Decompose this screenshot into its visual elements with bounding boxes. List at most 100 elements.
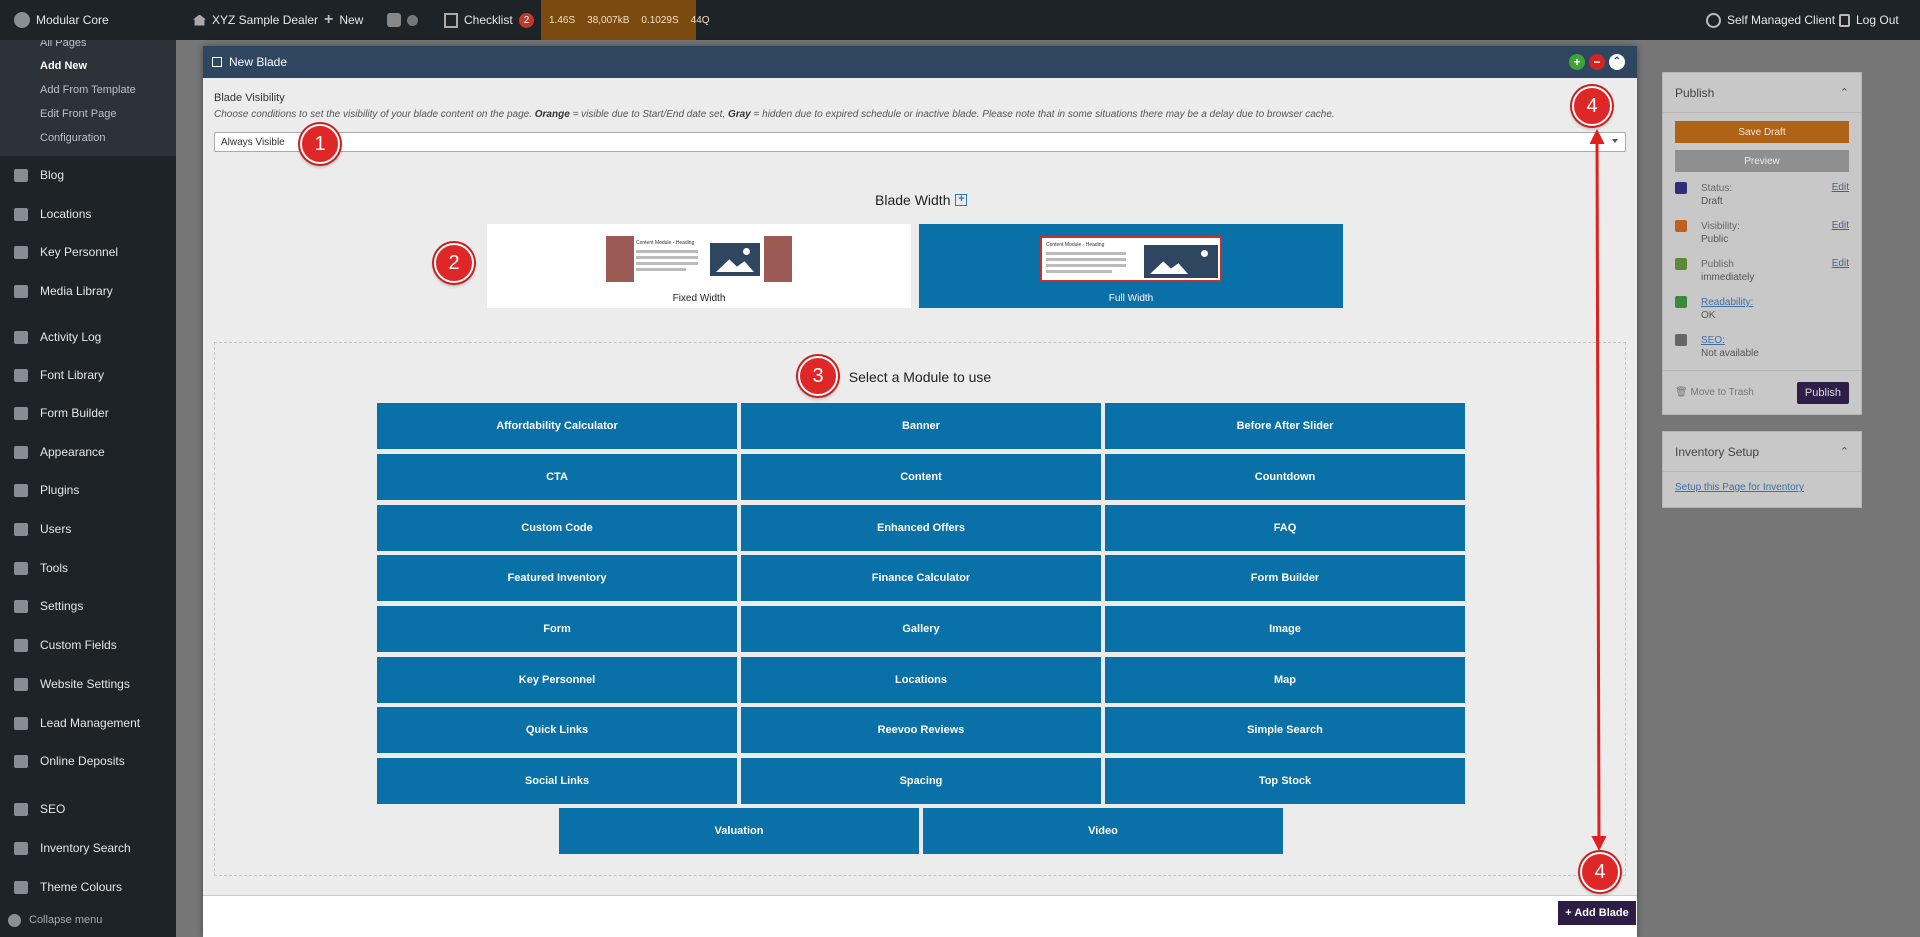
- fixed-width-option[interactable]: Content Module - Heading Fixed Width: [487, 224, 911, 308]
- add-blade-button[interactable]: + Add Blade: [1558, 901, 1636, 925]
- sidebar-item-users[interactable]: Users: [0, 514, 176, 544]
- module-button-top-stock[interactable]: Top Stock: [1105, 758, 1465, 804]
- user-menu[interactable]: Self Managed Client: [1706, 0, 1835, 40]
- module-button-custom-code[interactable]: Custom Code: [377, 505, 737, 551]
- sidebar-item-label: Font Library: [40, 368, 105, 382]
- module-button-valuation[interactable]: Valuation: [559, 808, 919, 854]
- submenu-all-pages[interactable]: All Pages: [0, 40, 176, 54]
- sidebar-item-lead-management[interactable]: Lead Management: [0, 708, 176, 738]
- add-blade-icon[interactable]: +: [1569, 54, 1585, 70]
- submenu-add-from-template[interactable]: Add From Template: [0, 78, 176, 102]
- full-width-option[interactable]: Content Module - Heading Full Width: [919, 224, 1343, 308]
- preview-button[interactable]: Preview: [1675, 150, 1849, 172]
- sidebar-item-key-personnel[interactable]: Key Personnel: [0, 237, 176, 267]
- module-button-reevoo-reviews[interactable]: Reevoo Reviews: [741, 707, 1101, 753]
- module-button-countdown[interactable]: Countdown: [1105, 454, 1465, 500]
- inventory-box-header[interactable]: Inventory Setup ⌃: [1663, 432, 1861, 472]
- seo-menu[interactable]: [387, 0, 418, 40]
- module-button-featured-inventory[interactable]: Featured Inventory: [377, 555, 737, 601]
- module-button-affordability-calculator[interactable]: Affordability Calculator: [377, 403, 737, 449]
- submenu-configuration[interactable]: Configuration: [0, 126, 176, 150]
- chevron-up-icon[interactable]: ⌃: [1840, 445, 1849, 458]
- submenu-edit-front-page[interactable]: Edit Front Page: [0, 102, 176, 126]
- checklist-count-badge: 2: [518, 12, 535, 28]
- module-button-finance-calculator[interactable]: Finance Calculator: [741, 555, 1101, 601]
- media-icon: [14, 284, 28, 298]
- meta-edit-link[interactable]: Edit: [1832, 182, 1849, 193]
- module-button-enhanced-offers[interactable]: Enhanced Offers: [741, 505, 1101, 551]
- module-button-gallery[interactable]: Gallery: [741, 606, 1101, 652]
- module-button-social-links[interactable]: Social Links: [377, 758, 737, 804]
- sidebar-item-inventory-search[interactable]: Inventory Search: [0, 833, 176, 863]
- setup-inventory-link[interactable]: Setup this Page for Inventory: [1663, 472, 1861, 507]
- sidebar-item-media-library[interactable]: Media Library: [0, 276, 176, 306]
- module-button-faq[interactable]: FAQ: [1105, 505, 1465, 551]
- sidebar-item-activity-log[interactable]: Activity Log: [0, 322, 176, 352]
- module-button-form-builder[interactable]: Form Builder: [1105, 555, 1465, 601]
- publish-box-header[interactable]: Publish ⌃: [1663, 73, 1861, 113]
- sidebar-item-theme-colours[interactable]: Theme Colours: [0, 872, 176, 902]
- module-button-simple-search[interactable]: Simple Search: [1105, 707, 1465, 753]
- collapse-blade-icon[interactable]: ⌃: [1609, 54, 1625, 70]
- module-button-key-personnel[interactable]: Key Personnel: [377, 657, 737, 703]
- collapse-menu[interactable]: Collapse menu: [0, 910, 102, 930]
- wrench-icon: [14, 561, 28, 575]
- meta-row-label[interactable]: Readability:: [1701, 296, 1849, 309]
- sidebar-item-website-settings[interactable]: Website Settings: [0, 669, 176, 699]
- sidebar-item-tools[interactable]: Tools: [0, 553, 176, 583]
- page-meta-boxes: Publish ⌃ Save Draft Preview Status: Draf…: [1662, 72, 1862, 508]
- query-monitor[interactable]: 1.46S 38,007kB 0.1029S 44Q: [541, 0, 710, 40]
- module-button-form[interactable]: Form: [377, 606, 737, 652]
- blade-width-help-icon[interactable]: +: [955, 194, 968, 206]
- meta-row-text: SEO: Not available: [1701, 334, 1849, 360]
- chevron-up-icon[interactable]: ⌃: [1840, 86, 1849, 99]
- module-button-map[interactable]: Map: [1105, 657, 1465, 703]
- module-button-video[interactable]: Video: [923, 808, 1283, 854]
- sidebar-item-blog[interactable]: Blog: [0, 160, 176, 190]
- submenu-add-new[interactable]: Add New: [0, 54, 176, 78]
- new-menu[interactable]: + New: [324, 0, 363, 40]
- users-icon: [14, 245, 28, 259]
- sidebar-item-settings[interactable]: Settings: [0, 591, 176, 621]
- sidebar-item-form-builder[interactable]: Form Builder: [0, 398, 176, 428]
- module-button-locations[interactable]: Locations: [741, 657, 1101, 703]
- callout-2: 2: [434, 243, 474, 283]
- remove-blade-icon[interactable]: −: [1589, 54, 1605, 70]
- module-button-cta[interactable]: CTA: [377, 454, 737, 500]
- meta-edit-link[interactable]: Edit: [1832, 258, 1849, 269]
- sidebar-item-online-deposits[interactable]: Online Deposits: [0, 746, 176, 776]
- meta-row-value: Not available: [1701, 348, 1759, 359]
- save-draft-button[interactable]: Save Draft: [1675, 121, 1849, 143]
- move-to-trash-link[interactable]: 🗑 Move to Trash: [1675, 387, 1754, 398]
- expand-icon: [212, 57, 222, 67]
- sidebar-item-label: Online Deposits: [40, 754, 125, 768]
- sidebar-item-appearance[interactable]: Appearance: [0, 437, 176, 467]
- module-button-image[interactable]: Image: [1105, 606, 1465, 652]
- sidebar-item-seo[interactable]: SEO: [0, 794, 176, 824]
- dealer-menu[interactable]: XYZ Sample Dealer: [193, 0, 318, 40]
- sidebar-item-custom-fields[interactable]: Custom Fields: [0, 630, 176, 660]
- logout-link[interactable]: Log Out: [1839, 0, 1899, 40]
- meta-row-value: Public: [1701, 234, 1729, 245]
- module-button-before-after-slider[interactable]: Before After Slider: [1105, 403, 1465, 449]
- sidebar-item-plugins[interactable]: Plugins: [0, 475, 176, 505]
- meta-edit-link[interactable]: Edit: [1832, 220, 1849, 231]
- meta-row-label: Publish: [1701, 259, 1734, 270]
- sidebar-item-font-library[interactable]: Font Library: [0, 360, 176, 390]
- module-button-banner[interactable]: Banner: [741, 403, 1101, 449]
- meta-row-label[interactable]: SEO:: [1701, 334, 1849, 347]
- module-button-spacing[interactable]: Spacing: [741, 758, 1101, 804]
- site-menu[interactable]: Modular Core: [14, 0, 109, 40]
- sidebar-item-label: Media Library: [40, 284, 113, 298]
- visibility-select[interactable]: Always Visible: [214, 132, 1626, 152]
- meta-row-value: OK: [1701, 310, 1716, 321]
- admin-bar: Modular Core XYZ Sample Dealer + New Che…: [0, 0, 1920, 40]
- gear-icon: [14, 677, 28, 691]
- checklist-menu[interactable]: Checklist 2: [444, 0, 535, 40]
- sidebar-item-locations[interactable]: Locations: [0, 199, 176, 229]
- publish-button[interactable]: Publish: [1796, 381, 1849, 404]
- module-button-content[interactable]: Content: [741, 454, 1101, 500]
- sidebar-item-label: Website Settings: [40, 677, 130, 691]
- sidebar-item-label: Key Personnel: [40, 245, 119, 259]
- module-button-quick-links[interactable]: Quick Links: [377, 707, 737, 753]
